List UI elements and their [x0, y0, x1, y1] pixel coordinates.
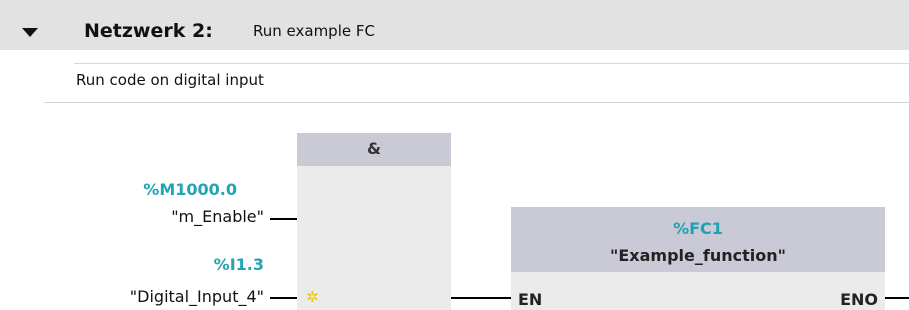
collapse-triangle-icon[interactable]: [22, 28, 38, 37]
fc-block-header: %FC1 "Example_function": [511, 207, 885, 272]
operand-1-wire: [270, 218, 297, 220]
and-to-fc-wire: [451, 297, 511, 299]
operand-1-symbol[interactable]: "m_Enable": [171, 207, 264, 226]
divider: [44, 102, 909, 103]
fc-name: "Example_function": [610, 246, 786, 265]
fc-eno-pin: ENO: [840, 290, 878, 309]
insert-input-star-icon[interactable]: ✲: [306, 290, 319, 305]
and-block-label: &: [367, 139, 381, 158]
operand-2-symbol[interactable]: "Digital_Input_4": [130, 287, 264, 306]
network-comment-field[interactable]: Run code on digital input: [74, 63, 909, 97]
operand-1-address[interactable]: %M1000.0: [143, 180, 237, 199]
fc-address: %FC1: [673, 219, 723, 238]
network-title: Netzwerk 2:: [84, 20, 213, 42]
network-header: Netzwerk 2: Run example FC: [0, 0, 909, 50]
and-block-header: &: [297, 133, 451, 166]
operand-2-wire: [270, 297, 297, 299]
fc-block[interactable]: %FC1 "Example_function" EN ENO: [511, 207, 885, 310]
operand-2-address[interactable]: %I1.3: [214, 255, 264, 274]
and-block[interactable]: &: [297, 133, 451, 310]
fc-en-pin: EN: [518, 290, 543, 309]
network-comment-text: Run code on digital input: [76, 71, 264, 89]
network-name[interactable]: Run example FC: [253, 22, 375, 40]
eno-output-wire: [885, 297, 909, 299]
